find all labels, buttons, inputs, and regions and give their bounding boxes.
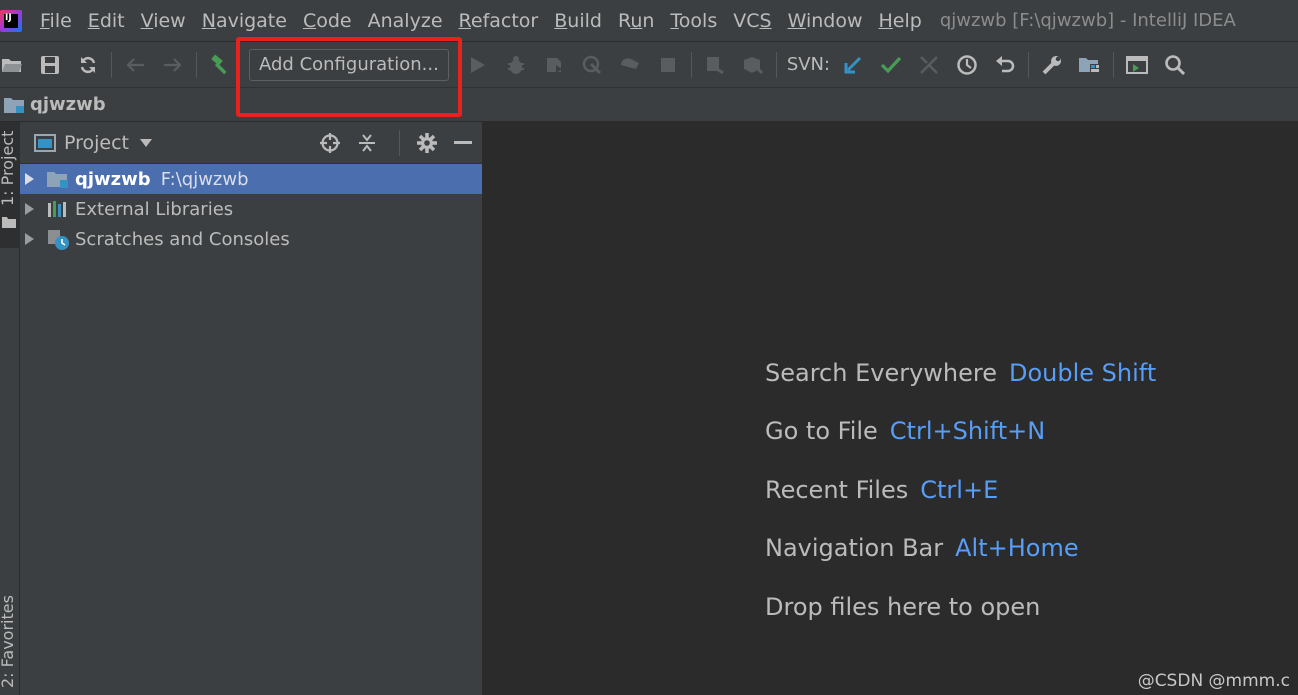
menu-bar: IJ File Edit View Navigate Code Analyze … (0, 0, 1298, 42)
search-icon[interactable] (1163, 53, 1187, 77)
project-view-icon (34, 133, 56, 152)
forward-arrow-icon[interactable] (161, 53, 185, 77)
menu-refactor[interactable]: Refactor (459, 10, 539, 32)
revert-icon[interactable] (993, 53, 1017, 77)
menu-edit[interactable]: Edit (88, 10, 125, 32)
attach-debugger-icon[interactable] (618, 53, 642, 77)
project-tool-tab-label: 1: Project (0, 130, 17, 206)
toolbar-separator (196, 51, 197, 78)
menu-navigate[interactable]: Navigate (202, 10, 287, 32)
menu-help[interactable]: Help (878, 10, 921, 32)
expand-arrow-icon[interactable] (25, 173, 34, 185)
svn-compare-icon[interactable] (917, 53, 941, 77)
scratches-icon (47, 229, 69, 250)
main-toolbar: Add Configuration... SVN: (0, 42, 1298, 88)
intellij-logo-icon: IJ (0, 9, 22, 32)
debug-bug-icon[interactable] (504, 53, 528, 77)
hint-action: Recent Files (765, 476, 909, 504)
panel-separator (399, 129, 400, 156)
toolbar-separator (1028, 51, 1030, 78)
project-panel: Project qjwzwb F:\qjwzwb External Librar… (20, 122, 483, 695)
hint-shortcut: Ctrl+E (920, 476, 999, 504)
push-icon[interactable] (703, 53, 727, 77)
menu-build[interactable]: Build (554, 10, 602, 32)
locate-target-icon[interactable] (319, 132, 341, 154)
hint-shortcut: Double Shift (1009, 359, 1157, 387)
open-folder-icon[interactable] (0, 53, 24, 77)
history-clock-icon[interactable] (955, 53, 979, 77)
menu-vcs[interactable]: VCS (733, 10, 771, 32)
tree-label-scratches: Scratches and Consoles (75, 228, 290, 250)
build-hammer-icon[interactable] (208, 53, 232, 77)
folder-icon (2, 217, 16, 228)
hint-action: Search Everywhere (765, 359, 997, 387)
module-folder-icon (47, 169, 69, 189)
watermark: @CSDN @mmm.c (1137, 671, 1290, 691)
toolbar-separator (690, 51, 692, 78)
tree-row-external-libraries[interactable]: External Libraries (20, 194, 482, 224)
breadcrumb-project[interactable]: qjwzwb (30, 94, 106, 115)
hint-search-everywhere: Search Everywhere Double Shift (765, 359, 1156, 387)
hint-go-to-file: Go to File Ctrl+Shift+N (765, 417, 1045, 445)
hint-recent-files: Recent Files Ctrl+E (765, 476, 998, 504)
tree-label-external-libraries: External Libraries (75, 198, 234, 220)
terminal-run-icon[interactable] (1125, 53, 1149, 77)
libraries-icon (47, 199, 69, 219)
gear-icon[interactable] (416, 132, 438, 154)
project-panel-header: Project (20, 122, 482, 164)
menu-window[interactable]: Window (788, 10, 863, 32)
profile-icon[interactable] (580, 53, 604, 77)
hide-minus-icon[interactable] (454, 140, 472, 145)
tree-row-scratches[interactable]: Scratches and Consoles (20, 224, 482, 254)
menu-code[interactable]: Code (303, 10, 352, 32)
left-tool-strip: 1: Project 2: Favorites (0, 122, 20, 695)
project-structure-icon[interactable] (1078, 53, 1102, 77)
back-arrow-icon[interactable] (123, 53, 147, 77)
hint-navigation-bar: Navigation Bar Alt+Home (765, 534, 1079, 562)
run-icon[interactable] (466, 53, 490, 77)
coverage-shield-icon[interactable] (542, 53, 566, 77)
toolbar-separator (1113, 51, 1115, 78)
project-view-selector[interactable]: Project (64, 132, 129, 154)
add-configuration-button[interactable]: Add Configuration... (249, 48, 449, 81)
menu-view[interactable]: View (141, 10, 186, 32)
hint-shortcut: Ctrl+Shift+N (889, 417, 1046, 445)
menu-run[interactable]: Run (618, 10, 654, 32)
tree-path-project: F:\qjwzwb (160, 168, 249, 190)
menu-tools[interactable]: Tools (670, 10, 717, 32)
editor-empty-area[interactable]: Search Everywhere Double Shift Go to File… (483, 122, 1298, 695)
project-tool-tab[interactable]: 1: Project (0, 122, 20, 248)
navigation-bar: qjwzwb (0, 88, 1298, 122)
project-folder-icon (4, 96, 26, 114)
stop-icon[interactable] (656, 53, 680, 77)
tree-label-project: qjwzwb (75, 168, 151, 190)
svn-commit-icon[interactable] (879, 53, 903, 77)
hint-drop-files: Drop files here to open (765, 593, 1041, 621)
collapse-all-icon[interactable] (357, 133, 377, 153)
sync-icon[interactable] (76, 53, 100, 77)
settings-wrench-icon[interactable] (1040, 53, 1064, 77)
module-icon[interactable] (741, 53, 765, 77)
tree-row-project[interactable]: qjwzwb F:\qjwzwb (20, 164, 482, 194)
window-title: qjwzwb [F:\qjwzwb] - IntelliJ IDEA (939, 10, 1236, 31)
save-icon[interactable] (38, 53, 62, 77)
menu-file[interactable]: File (40, 10, 72, 32)
expand-arrow-icon[interactable] (25, 203, 34, 215)
chevron-down-icon[interactable] (139, 138, 153, 148)
toolbar-separator (111, 51, 112, 78)
svn-update-icon[interactable] (841, 53, 865, 77)
expand-arrow-icon[interactable] (25, 233, 34, 245)
hint-action: Navigation Bar (765, 534, 944, 562)
toolbar-separator (775, 51, 777, 78)
menu-analyze[interactable]: Analyze (368, 10, 443, 32)
hint-action: Go to File (765, 417, 878, 445)
hint-shortcut: Alt+Home (955, 534, 1079, 562)
svn-label: SVN: (786, 54, 831, 75)
favorites-tool-tab[interactable]: 2: Favorites (0, 595, 17, 688)
